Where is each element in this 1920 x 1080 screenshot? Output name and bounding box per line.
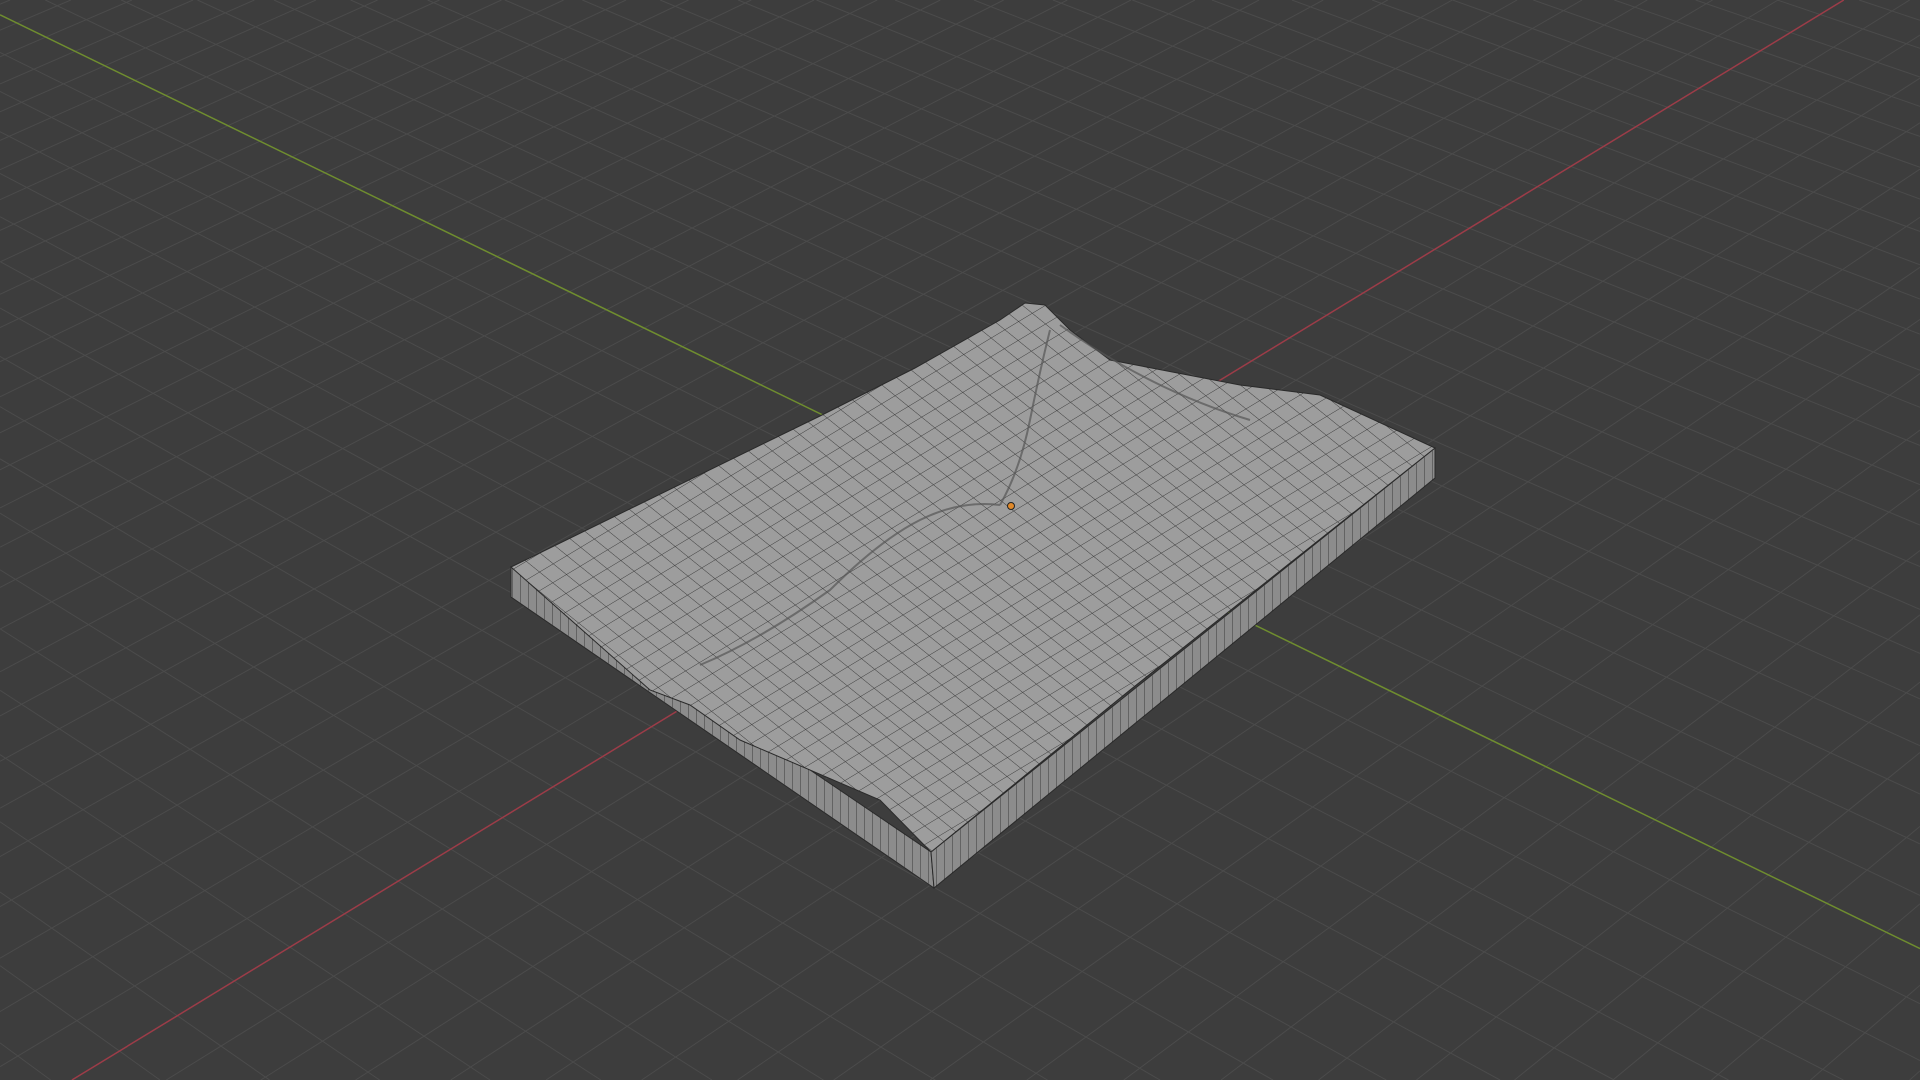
grid-line <box>0 0 815 398</box>
terrain-mesh[interactable] <box>510 302 1436 890</box>
grid-line <box>973 0 1920 371</box>
grid-line <box>0 965 161 1080</box>
grid-line <box>1514 752 1920 1080</box>
grid-line <box>0 0 72 31</box>
grid-line <box>1318 614 1920 1080</box>
grid-line <box>0 0 689 329</box>
grid-line <box>1371 0 1920 200</box>
grid-line <box>0 0 878 434</box>
viewport-canvas[interactable] <box>0 0 1920 1080</box>
grid-line <box>1132 0 1920 300</box>
grid-line <box>0 0 317 141</box>
grid-line <box>0 0 11 5</box>
grid-line <box>0 628 713 1080</box>
3d-viewport[interactable] <box>0 0 1920 1080</box>
grid-line <box>1614 0 1920 107</box>
grid-line <box>1810 984 1920 1080</box>
grid-line <box>1612 825 1920 1080</box>
grid-line <box>0 0 194 85</box>
grid-line <box>0 689 602 1080</box>
grid-line <box>0 0 255 113</box>
grid-line <box>1052 0 1920 335</box>
grid-line <box>1909 1070 1920 1080</box>
grid-line <box>1695 0 1920 78</box>
grid-line <box>0 0 133 58</box>
grid-line <box>0 0 752 363</box>
grid-line <box>1711 903 1920 1080</box>
grid-line <box>1858 0 1920 21</box>
grid-line <box>0 0 502 231</box>
grid-line <box>1220 550 1920 1080</box>
grid-line <box>0 0 440 201</box>
grid-line <box>0 0 627 295</box>
grid-line <box>1211 0 1920 266</box>
grid-line <box>1533 0 1920 137</box>
grid-line <box>1291 0 1920 232</box>
origin-dot-icon <box>1007 502 1015 510</box>
grid-line <box>0 1042 51 1080</box>
grid-line <box>0 0 941 471</box>
